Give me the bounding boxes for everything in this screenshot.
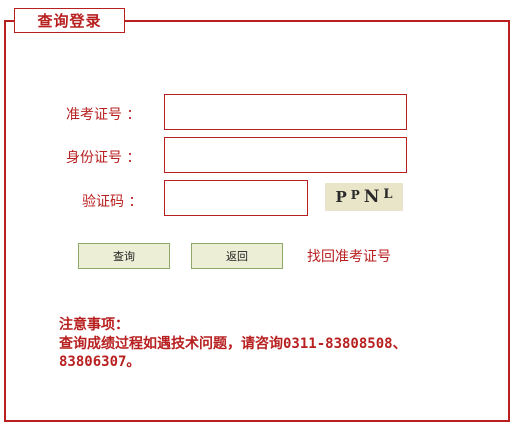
captcha-input[interactable]: [164, 180, 308, 216]
captcha-label: 验证码 ：: [82, 194, 143, 210]
query-button[interactable]: 查询: [78, 243, 170, 269]
notice-title: 注意事项：: [59, 317, 129, 333]
notice-line-2: 83806307。: [59, 354, 141, 370]
exam-number-label: 准考证号 ：: [66, 107, 141, 123]
notice-line-1: 查询成绩过程如遇技术问题，请咨询0311-83808508、: [59, 336, 407, 352]
exam-number-input[interactable]: [164, 94, 407, 130]
panel-title: 查询登录: [14, 8, 125, 33]
id-number-label: 身份证号 ：: [66, 150, 141, 166]
captcha-image[interactable]: P P N L: [325, 183, 403, 211]
captcha-char: P: [335, 188, 347, 206]
captcha-char: P: [350, 188, 360, 202]
captcha-char: N: [363, 187, 380, 207]
captcha-char: L: [383, 186, 393, 202]
find-exam-number-link[interactable]: 找回准考证号: [307, 246, 391, 266]
id-number-input[interactable]: [164, 137, 407, 173]
back-button[interactable]: 返回: [191, 243, 283, 269]
